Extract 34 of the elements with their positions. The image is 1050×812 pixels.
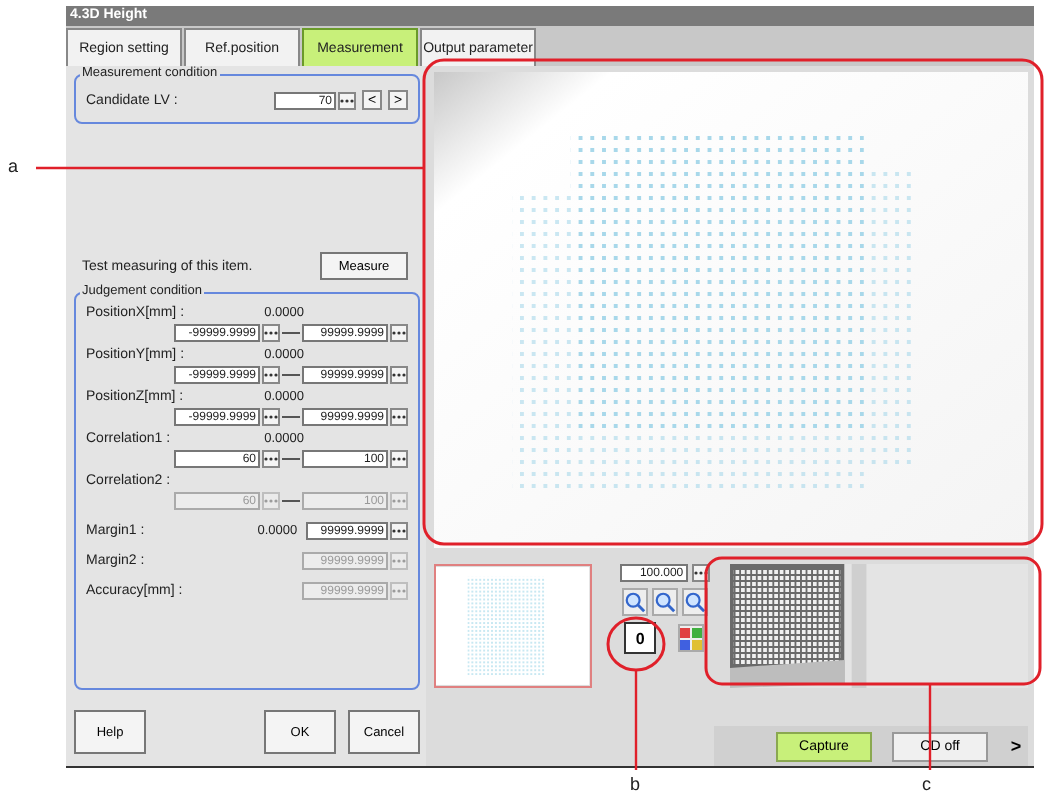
more-button[interactable] [262, 366, 280, 384]
dots-icon [264, 372, 278, 378]
dots-icon [392, 330, 406, 336]
dots-icon [392, 456, 406, 462]
more-button[interactable] [338, 91, 356, 109]
color-icon [680, 627, 703, 649]
color-button[interactable] [678, 624, 705, 652]
more-button[interactable] [390, 522, 408, 540]
dots-icon [392, 498, 406, 504]
more-button[interactable] [262, 450, 280, 468]
callout-label: c [922, 774, 931, 794]
more-button[interactable]: > [1008, 736, 1024, 756]
dots-icon [693, 570, 708, 576]
more-button[interactable] [390, 366, 408, 384]
more-button[interactable] [390, 408, 408, 426]
dots-icon [392, 588, 406, 594]
dots-icon [392, 372, 406, 378]
dots-icon [264, 498, 278, 504]
dots-icon [264, 414, 278, 420]
more-button[interactable] [390, 450, 408, 468]
zoom-in-icon [623, 590, 646, 614]
dots-icon [340, 97, 354, 103]
dots-icon [264, 330, 278, 336]
reset-button[interactable]: 0 [624, 622, 657, 654]
dots-icon [392, 528, 406, 534]
dots-icon [392, 558, 406, 564]
zoom-button[interactable] [621, 588, 648, 616]
more-button[interactable] [262, 408, 280, 426]
callout-label: b [630, 774, 641, 794]
dots-icon [392, 414, 406, 420]
more-button[interactable] [390, 324, 408, 342]
dots-icon [264, 456, 278, 462]
callout-label: a [8, 156, 19, 176]
more-button[interactable] [262, 324, 280, 342]
